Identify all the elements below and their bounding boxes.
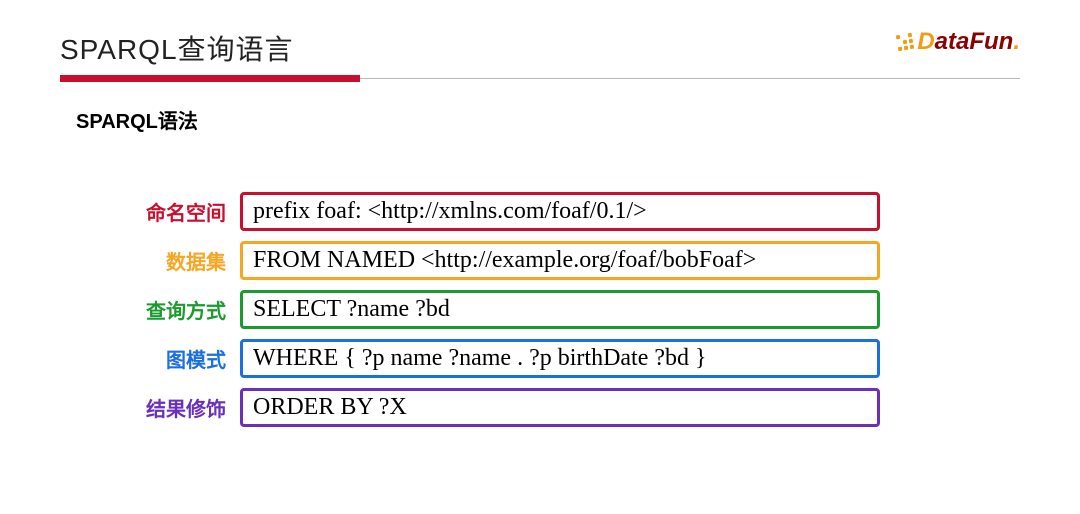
logo-rest: ataFun — [935, 28, 1014, 55]
box-modifier: ORDER BY ?X — [240, 388, 880, 427]
logo-dots-icon — [896, 33, 915, 52]
label-pattern: 图模式 — [140, 344, 240, 373]
row-query: 查询方式 SELECT ?name ?bd — [140, 290, 1080, 329]
logo-letter-d: D — [917, 28, 934, 55]
page-title: SPARQL查询语言 — [60, 28, 294, 68]
content-area: 命名空间 prefix foaf: <http://xmlns.com/foaf… — [0, 192, 1080, 427]
box-dataset: FROM NAMED <http://example.org/foaf/bobF… — [240, 241, 880, 280]
row-dataset: 数据集 FROM NAMED <http://example.org/foaf/… — [140, 241, 1080, 280]
logo-dot: . — [1013, 28, 1020, 55]
box-namespace: prefix foaf: <http://xmlns.com/foaf/0.1/… — [240, 192, 880, 231]
box-query: SELECT ?name ?bd — [240, 290, 880, 329]
label-dataset: 数据集 — [140, 246, 240, 275]
logo-text: DataFun. — [917, 28, 1020, 56]
box-pattern: WHERE { ?p name ?name . ?p birthDate ?bd… — [240, 339, 880, 378]
label-query: 查询方式 — [140, 295, 240, 324]
label-namespace: 命名空间 — [140, 197, 240, 226]
datafun-logo: DataFun. — [897, 28, 1020, 56]
row-namespace: 命名空间 prefix foaf: <http://xmlns.com/foaf… — [140, 192, 1080, 231]
subtitle: SPARQL语法 — [76, 105, 1080, 134]
slide-header: SPARQL查询语言 DataFun. — [0, 0, 1080, 68]
row-modifier: 结果修饰 ORDER BY ?X — [140, 388, 1080, 427]
label-modifier: 结果修饰 — [140, 393, 240, 422]
title-underline — [60, 78, 1020, 79]
row-pattern: 图模式 WHERE { ?p name ?name . ?p birthDate… — [140, 339, 1080, 378]
